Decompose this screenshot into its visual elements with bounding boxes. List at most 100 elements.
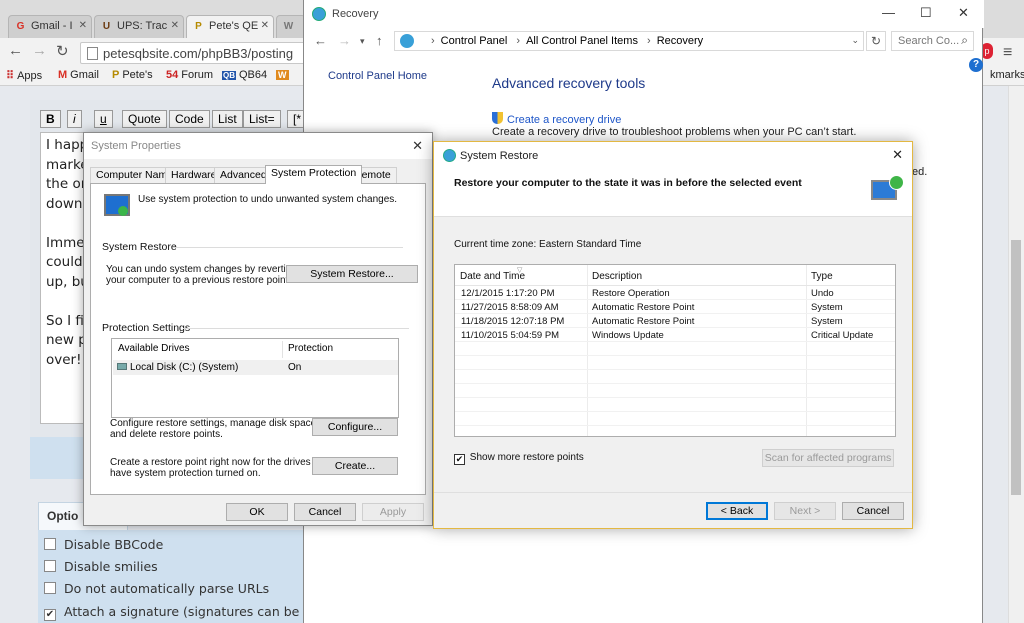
checkbox[interactable] (44, 582, 56, 594)
scrollbar-thumb[interactable] (1011, 240, 1021, 495)
table-row[interactable]: 11/10/2015 5:04:59 PM Windows Update Cri… (455, 328, 895, 342)
bookmark-forum[interactable]: 54 Forum (166, 69, 213, 81)
other-bookmarks-label[interactable]: kmarks (990, 69, 1024, 81)
table-row[interactable]: 11/27/2015 8:58:09 AM Automatic Restore … (455, 300, 895, 314)
minimize-icon[interactable]: — (882, 5, 895, 20)
drive-name: Local Disk (C:) (System) (117, 362, 238, 373)
system-restore-button[interactable]: System Restore... (286, 265, 418, 283)
dialog-titlebar: System Properties ✕ (84, 133, 432, 159)
menu-icon[interactable]: ≡ (1003, 44, 1012, 62)
chevron-down-icon[interactable]: ⌄ (851, 35, 859, 46)
close-icon[interactable]: ✕ (79, 20, 87, 31)
tab-advanced[interactable]: Advanced (214, 167, 273, 183)
page-icon: W (276, 70, 289, 80)
close-icon[interactable]: ✕ (958, 5, 969, 21)
checkbox[interactable] (44, 560, 56, 572)
scan-affected-programs-button[interactable]: Scan for affected programs (762, 449, 894, 467)
close-icon[interactable]: ✕ (412, 138, 423, 154)
configure-button[interactable]: Configure... (312, 418, 398, 436)
close-icon[interactable]: ✕ (171, 20, 179, 31)
drive-icon (117, 363, 127, 370)
list-button[interactable]: List (212, 110, 243, 128)
restore-points-table[interactable]: ▽ Date and Time Description Type 12/1/20… (454, 264, 896, 437)
column-header-description[interactable]: Description (592, 271, 642, 282)
tab-system-protection[interactable]: System Protection (265, 165, 363, 184)
forum-icon: 54 (166, 69, 179, 81)
breadcrumb[interactable]: › Control Panel › All Control Panel Items … (394, 31, 864, 51)
checkbox-checked[interactable]: ✔ (454, 454, 465, 465)
tab-gmail[interactable]: G Gmail - I ✕ (8, 15, 92, 38)
breadcrumb-recovery[interactable]: Recovery (657, 35, 703, 47)
create-description-line: Create a restore point right now for the… (110, 457, 331, 468)
option-disable-bbcode[interactable]: Disable BBCode (44, 537, 163, 552)
bold-button[interactable]: B (40, 110, 61, 128)
search-placeholder: Search Co... (898, 35, 960, 47)
column-header-protection[interactable]: Protection (288, 343, 333, 354)
bookmark-gmail[interactable]: M Gmail (58, 69, 99, 81)
search-input[interactable]: Search Co... ⌕ (891, 31, 974, 51)
tab-label: Gmail - I (31, 20, 73, 32)
bookmark-qb64[interactable]: QB QB64 (222, 69, 267, 81)
tab-other[interactable]: W (276, 15, 306, 38)
apply-button[interactable]: Apply (362, 503, 424, 521)
restore-arrow-shape (889, 175, 904, 190)
tab-petes[interactable]: P Pete's QE ✕ (186, 15, 274, 38)
dialog-title: System Properties (91, 140, 181, 152)
underline-button[interactable]: u (94, 110, 113, 128)
bookmark-apps[interactable]: ⠿ Apps (6, 69, 42, 82)
address-url: petesqbsite.com/phpBB3/posting (103, 46, 294, 61)
drives-list[interactable]: Available Drives Protection Local Disk (… (111, 338, 399, 418)
ok-button[interactable]: OK (226, 503, 288, 521)
create-recovery-drive-link[interactable]: Create a recovery drive (492, 112, 621, 126)
italic-button[interactable]: i (67, 110, 82, 128)
checkbox[interactable] (44, 538, 56, 550)
table-row[interactable]: 11/18/2015 12:07:18 PM Automatic Restore… (455, 314, 895, 328)
option-no-parse-urls[interactable]: Do not automatically parse URLs (44, 581, 269, 596)
tab-label: UPS: Trac (117, 20, 168, 32)
back-arrow-icon[interactable]: ← (314, 33, 327, 48)
system-restore-group-label: System Restore (102, 241, 177, 253)
option-disable-smilies[interactable]: Disable smilies (44, 559, 158, 574)
quote-button[interactable]: Quote (122, 110, 167, 128)
column-header-type[interactable]: Type (811, 271, 833, 282)
column-header-drives[interactable]: Available Drives (118, 343, 190, 354)
bookmark-label: Apps (17, 70, 43, 82)
code-button[interactable]: Code (169, 110, 210, 128)
cancel-button[interactable]: Cancel (294, 503, 356, 521)
help-icon[interactable]: ? (969, 58, 983, 72)
back-button[interactable]: < Back (706, 502, 768, 520)
bookmark-petes[interactable]: P Pete's (112, 69, 153, 81)
close-icon[interactable]: ✕ (261, 20, 269, 31)
create-button[interactable]: Create... (312, 457, 398, 475)
breadcrumb-control-panel[interactable]: Control Panel (441, 35, 508, 47)
breadcrumb-all-items[interactable]: All Control Panel Items (526, 35, 638, 47)
system-properties-dialog: System Properties ✕ Computer Name Hardwa… (83, 132, 433, 526)
refresh-icon[interactable]: ↻ (866, 31, 886, 51)
table-row[interactable]: 12/1/2015 1:17:20 PM Restore Operation U… (455, 286, 895, 300)
column-header-date[interactable]: Date and Time (460, 271, 525, 282)
checkbox-checked[interactable]: ✔ (44, 609, 56, 621)
reload-icon[interactable]: ↻ (56, 42, 69, 60)
gmail-icon: G (16, 21, 25, 32)
maximize-icon[interactable]: ☐ (920, 5, 932, 21)
recent-locations-icon[interactable]: ▾ (360, 36, 365, 47)
table-row-empty (455, 412, 895, 426)
back-arrow-icon[interactable]: ← (8, 42, 23, 59)
tab-ups[interactable]: U UPS: Trac ✕ (94, 15, 184, 38)
timezone-label: Current time zone: Eastern Standard Time (454, 239, 642, 250)
control-panel-home-link[interactable]: Control Panel Home (328, 70, 427, 82)
page-icon: W (283, 21, 294, 32)
option-attach-signature[interactable]: ✔ Attach a signature (signatures can be a… (44, 604, 319, 621)
option-label: Disable smilies (64, 559, 158, 574)
cell-description: Automatic Restore Point (592, 302, 695, 313)
petes-icon: P (112, 69, 120, 81)
show-more-restore-points-checkbox[interactable]: ✔ Show more restore points (454, 452, 584, 465)
bookmark-other[interactable]: W (276, 69, 292, 81)
cancel-button[interactable]: Cancel (842, 502, 904, 520)
next-button[interactable]: Next > (774, 502, 836, 520)
forward-arrow-icon[interactable]: → (338, 33, 351, 48)
forward-arrow-icon[interactable]: → (32, 42, 47, 59)
ordered-list-button[interactable]: List= (243, 110, 281, 128)
up-arrow-icon[interactable]: ↑ (376, 33, 383, 48)
close-icon[interactable]: ✕ (892, 147, 903, 163)
